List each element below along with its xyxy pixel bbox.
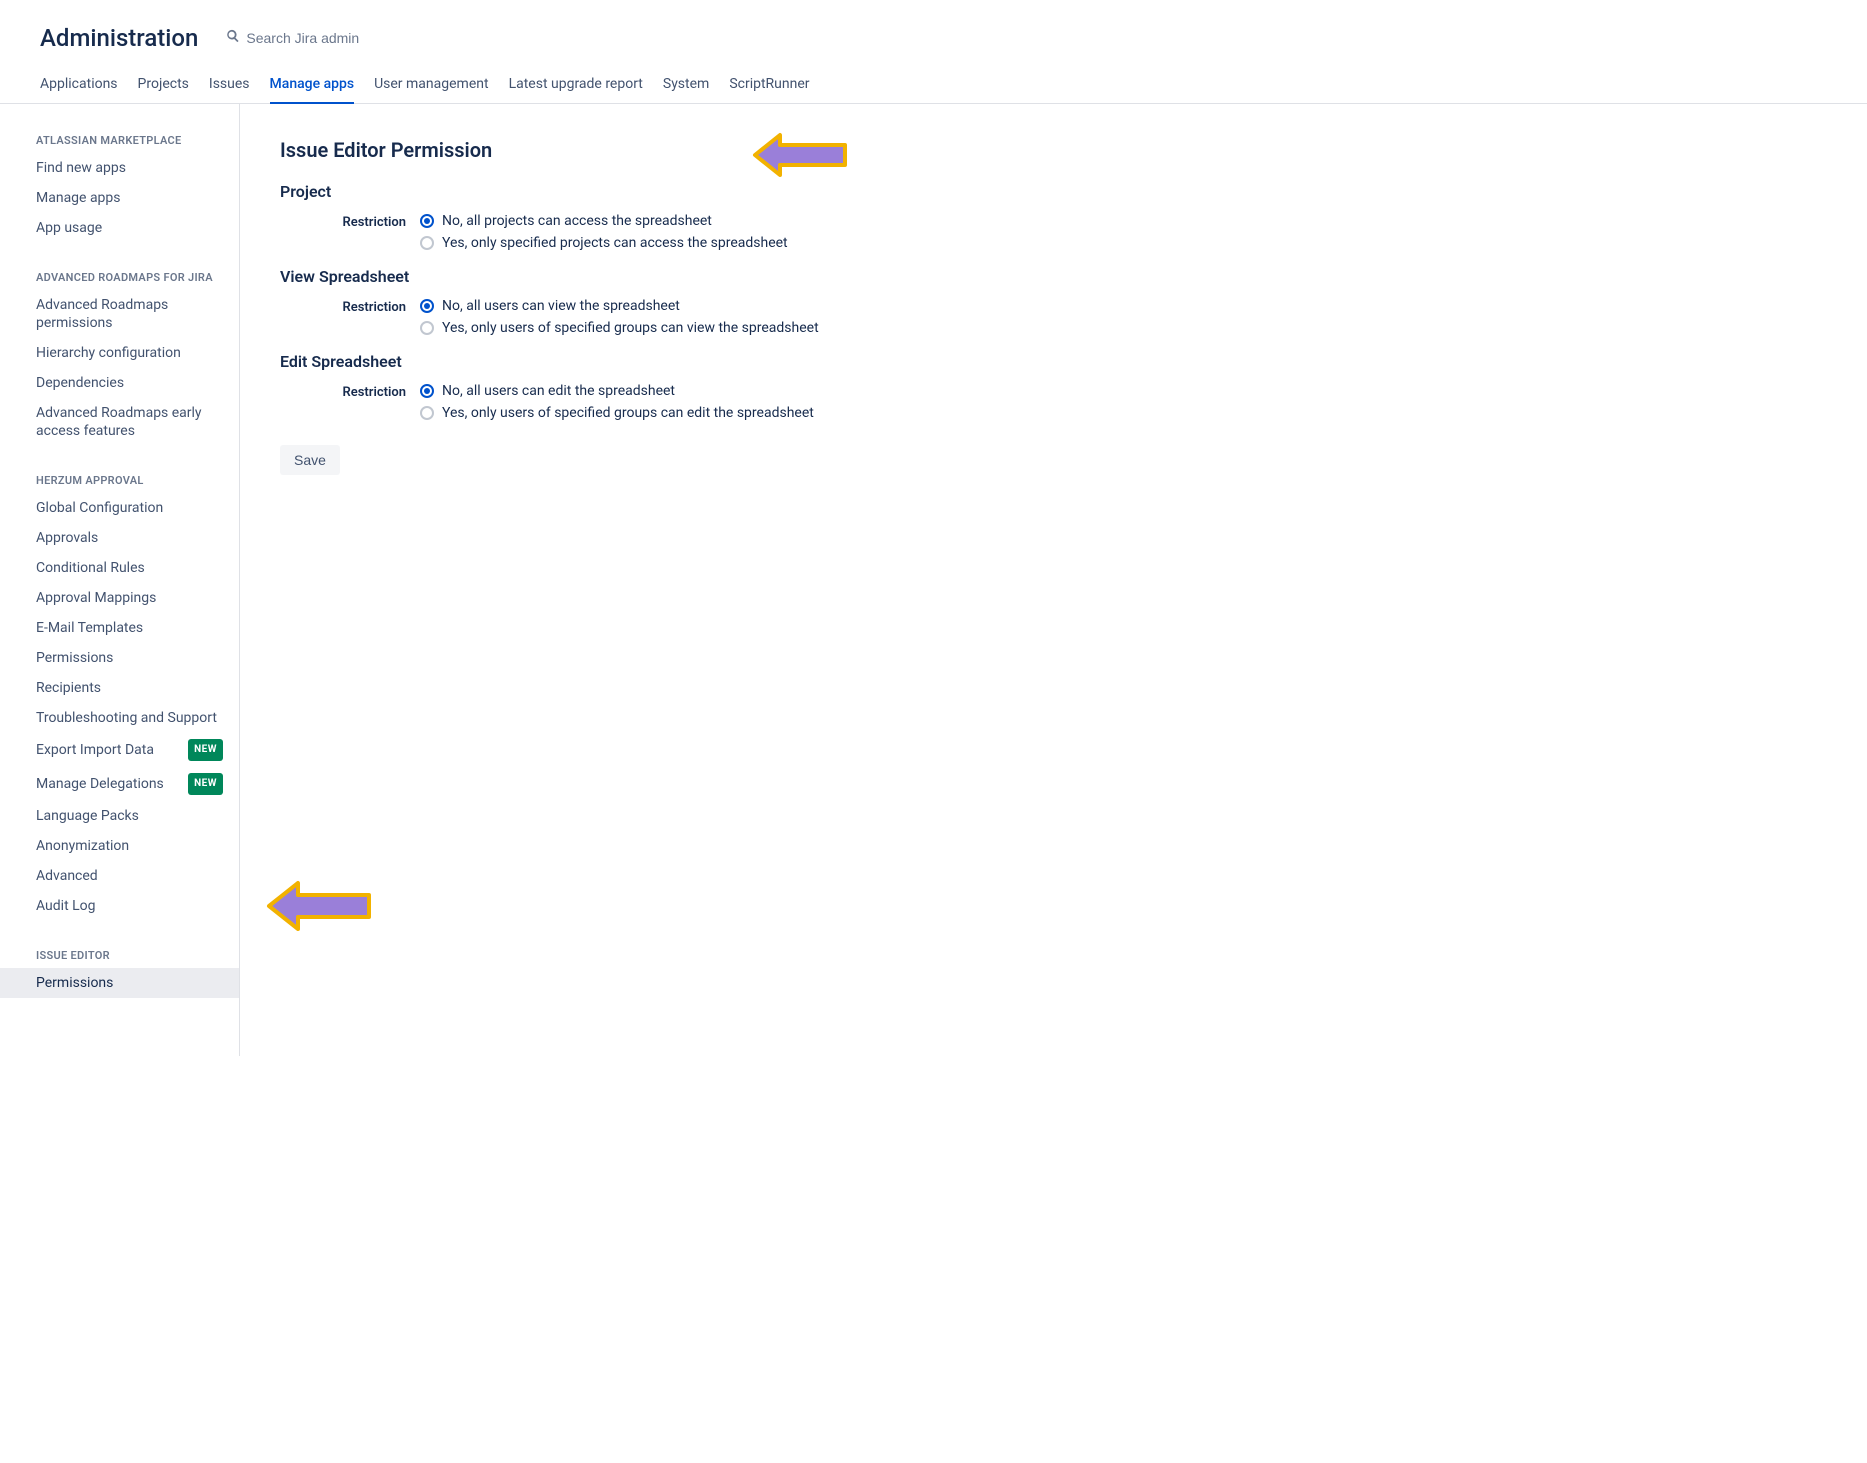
radio-option[interactable]: No, all users can edit the spreadsheet xyxy=(420,383,1827,399)
radio-icon[interactable] xyxy=(420,236,434,250)
radio-label: Yes, only users of specified groups can … xyxy=(442,405,814,421)
tab-applications[interactable]: Applications xyxy=(40,68,118,104)
new-badge: NEW xyxy=(188,773,223,795)
section-heading: Project xyxy=(280,182,1827,201)
sidebar-item-advanced-roadmaps-early-access-features[interactable]: Advanced Roadmaps early access features xyxy=(0,398,239,446)
radio-icon[interactable] xyxy=(420,299,434,313)
sidebar-item-label: Hierarchy configuration xyxy=(36,344,181,362)
sidebar-item-advanced-roadmaps-permissions[interactable]: Advanced Roadmaps permissions xyxy=(0,290,239,338)
sidebar-item-label: Advanced Roadmaps permissions xyxy=(36,296,223,332)
sidebar-item-label: Find new apps xyxy=(36,159,126,177)
sidebar-item-anonymization[interactable]: Anonymization xyxy=(0,831,239,861)
sidebar-item-label: Dependencies xyxy=(36,374,124,392)
form-label: Restriction xyxy=(280,298,420,342)
radio-label: Yes, only users of specified groups can … xyxy=(442,320,819,336)
form-label: Restriction xyxy=(280,383,420,427)
radio-icon[interactable] xyxy=(420,214,434,228)
page-header: Administration xyxy=(0,0,1867,68)
radio-option[interactable]: No, all projects can access the spreadsh… xyxy=(420,213,1827,229)
radio-option[interactable]: Yes, only users of specified groups can … xyxy=(420,405,1827,421)
top-nav-tabs: Applications Projects Issues Manage apps Use… xyxy=(0,68,1867,104)
sidebar-section-title: HERZUM APPROVAL xyxy=(0,464,239,493)
tab-user-management[interactable]: User management xyxy=(374,68,488,104)
sidebar-item-language-packs[interactable]: Language Packs xyxy=(0,801,239,831)
sidebar-section-title: ATLASSIAN MARKETPLACE xyxy=(0,124,239,153)
section-heading: Edit Spreadsheet xyxy=(280,352,1827,371)
search-wrap xyxy=(226,29,446,47)
form-options: No, all users can view the spreadsheet Ye… xyxy=(420,298,1827,342)
tab-system[interactable]: System xyxy=(663,68,709,104)
sidebar-item-label: Recipients xyxy=(36,679,101,697)
radio-icon[interactable] xyxy=(420,406,434,420)
sidebar-item-label: Approvals xyxy=(36,529,98,547)
section-heading: View Spreadsheet xyxy=(280,267,1827,286)
sidebar-item-dependencies[interactable]: Dependencies xyxy=(0,368,239,398)
sidebar-item-recipients[interactable]: Recipients xyxy=(0,673,239,703)
sidebar-item-approvals[interactable]: Approvals xyxy=(0,523,239,553)
sidebar-item-e-mail-templates[interactable]: E-Mail Templates xyxy=(0,613,239,643)
new-badge: NEW xyxy=(188,739,223,761)
radio-option[interactable]: Yes, only users of specified groups can … xyxy=(420,320,1827,336)
admin-title: Administration xyxy=(40,24,198,52)
tab-manage-apps[interactable]: Manage apps xyxy=(270,68,355,104)
tab-projects[interactable]: Projects xyxy=(138,68,189,104)
form-options: No, all projects can access the spreadsh… xyxy=(420,213,1827,257)
sidebar-item-label: Permissions xyxy=(36,974,113,992)
sidebar-item-troubleshooting-and-support[interactable]: Troubleshooting and Support xyxy=(0,703,239,733)
main-content: Issue Editor Permission Project Restricti… xyxy=(240,104,1867,1056)
tab-issues[interactable]: Issues xyxy=(209,68,250,104)
radio-label: Yes, only specified projects can access … xyxy=(442,235,788,251)
sidebar-item-permissions[interactable]: Permissions xyxy=(0,968,239,998)
sidebar-item-label: App usage xyxy=(36,219,102,237)
sidebar-item-label: Anonymization xyxy=(36,837,129,855)
sidebar: ATLASSIAN MARKETPLACE Find new apps Manage… xyxy=(0,104,240,1056)
sidebar-item-label: Approval Mappings xyxy=(36,589,156,607)
sidebar-item-advanced[interactable]: Advanced xyxy=(0,861,239,891)
form-row: RestrictionNo, all users can edit the sp… xyxy=(280,383,1827,427)
sidebar-item-label: Manage apps xyxy=(36,189,121,207)
sidebar-item-export-import-data[interactable]: Export Import Data NEW xyxy=(0,733,239,767)
radio-label: No, all users can edit the spreadsheet xyxy=(442,383,675,399)
form-row: Restriction No, all projects can access t… xyxy=(280,213,1827,257)
sidebar-item-label: Advanced xyxy=(36,867,98,885)
sidebar-item-label: Export Import Data xyxy=(36,741,154,759)
sidebar-item-permissions[interactable]: Permissions xyxy=(0,643,239,673)
radio-icon[interactable] xyxy=(420,384,434,398)
sidebar-item-label: E-Mail Templates xyxy=(36,619,143,637)
sidebar-item-label: Manage Delegations xyxy=(36,775,164,793)
sidebar-item-global-configuration[interactable]: Global Configuration xyxy=(0,493,239,523)
search-input[interactable] xyxy=(246,30,446,46)
sidebar-item-label: Advanced Roadmaps early access features xyxy=(36,404,223,440)
sidebar-item-find-new-apps[interactable]: Find new apps xyxy=(0,153,239,183)
radio-option[interactable]: Yes, only specified projects can access … xyxy=(420,235,1827,251)
sidebar-item-label: Conditional Rules xyxy=(36,559,145,577)
radio-icon[interactable] xyxy=(420,321,434,335)
sidebar-item-label: Troubleshooting and Support xyxy=(36,709,217,727)
tab-scriptrunner[interactable]: ScriptRunner xyxy=(729,68,809,104)
sidebar-item-label: Audit Log xyxy=(36,897,96,915)
sidebar-item-conditional-rules[interactable]: Conditional Rules xyxy=(0,553,239,583)
form-row: RestrictionNo, all users can view the sp… xyxy=(280,298,1827,342)
search-icon xyxy=(226,29,246,47)
sidebar-item-label: Permissions xyxy=(36,649,113,667)
sidebar-section-title: ADVANCED ROADMAPS FOR JIRA xyxy=(0,261,239,290)
sidebar-item-app-usage[interactable]: App usage xyxy=(0,213,239,243)
radio-label: No, all projects can access the spreadsh… xyxy=(442,213,712,229)
page-title: Issue Editor Permission xyxy=(280,138,1827,162)
sidebar-item-label: Global Configuration xyxy=(36,499,163,517)
sidebar-item-label: Language Packs xyxy=(36,807,139,825)
sidebar-item-audit-log[interactable]: Audit Log xyxy=(0,891,239,921)
tab-latest-upgrade-report[interactable]: Latest upgrade report xyxy=(509,68,643,104)
sidebar-item-manage-delegations[interactable]: Manage Delegations NEW xyxy=(0,767,239,801)
sidebar-item-manage-apps[interactable]: Manage apps xyxy=(0,183,239,213)
radio-option[interactable]: No, all users can view the spreadsheet xyxy=(420,298,1827,314)
sidebar-item-approval-mappings[interactable]: Approval Mappings xyxy=(0,583,239,613)
save-button[interactable]: Save xyxy=(280,445,340,475)
sidebar-section-title: ISSUE EDITOR xyxy=(0,939,239,968)
radio-label: No, all users can view the spreadsheet xyxy=(442,298,680,314)
form-label: Restriction xyxy=(280,213,420,257)
form-options: No, all users can edit the spreadsheet Ye… xyxy=(420,383,1827,427)
sidebar-item-hierarchy-configuration[interactable]: Hierarchy configuration xyxy=(0,338,239,368)
